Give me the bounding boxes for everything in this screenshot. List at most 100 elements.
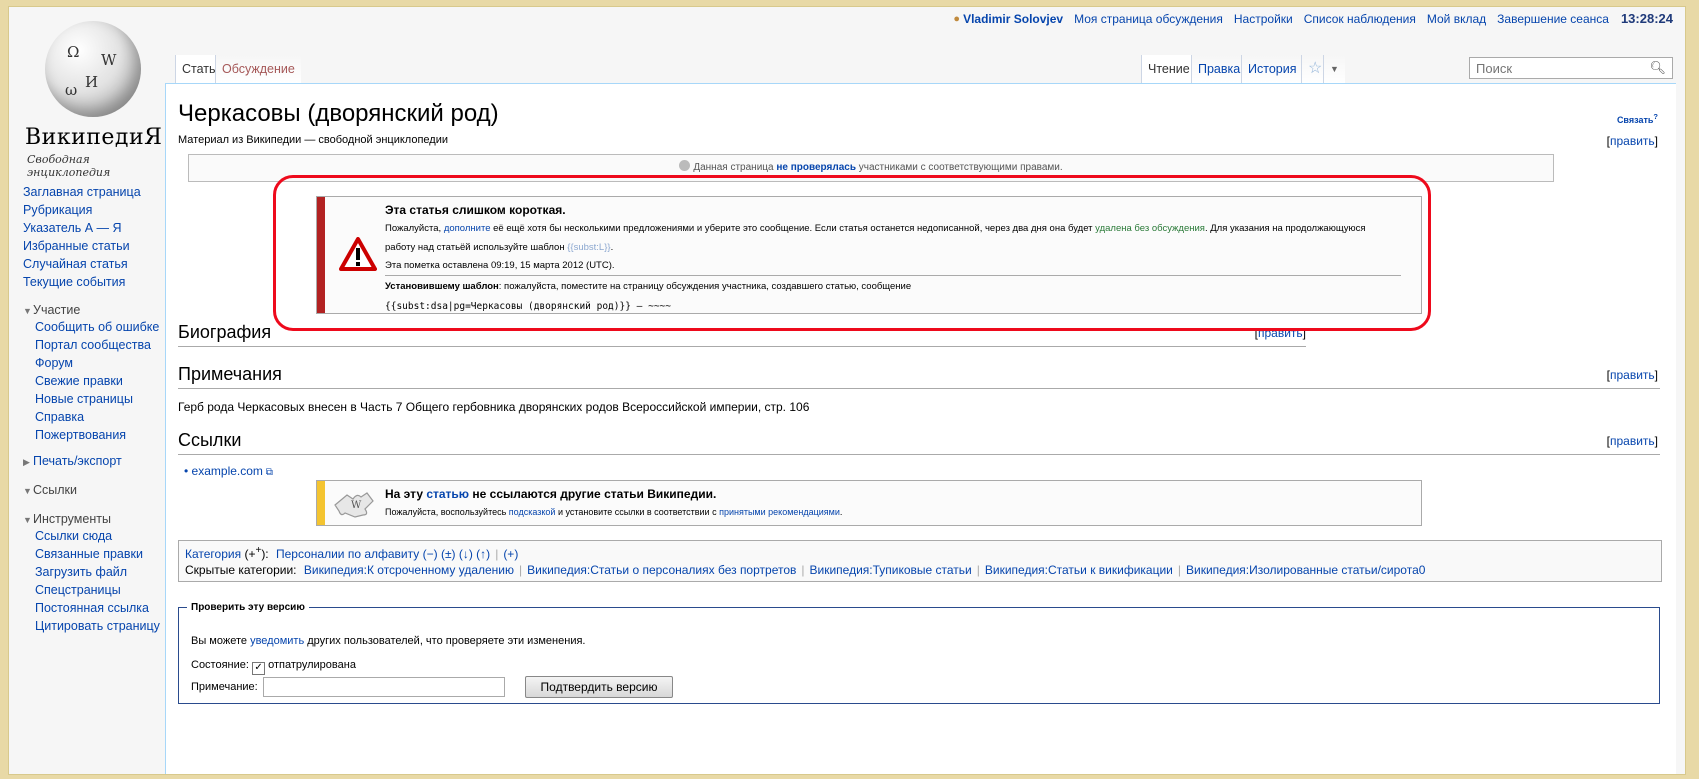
section-heading-links: Ссылки [178, 430, 242, 450]
interlanguage-link: Связать? [1616, 112, 1658, 125]
sidebar-item-cite[interactable]: Цитировать страницу [35, 619, 173, 633]
short-article-date: Эта пометка оставлена 09:19, 15 марта 20… [385, 260, 615, 271]
sidebar-item-random[interactable]: Случайная статья [23, 255, 173, 273]
notes-text: Герб рода Черкасовых внесен в Часть 7 Об… [178, 400, 810, 414]
speedy-delete-link[interactable]: удалена без обсуждения [1095, 223, 1205, 234]
sidebar-item-current-events[interactable]: Текущие события [23, 273, 173, 291]
sidebar-section-tools[interactable]: ▼Инструменты [23, 510, 173, 529]
sidebar-item-categories[interactable]: Рубрикация [23, 201, 173, 219]
external-link-icon: ⧉ [262, 467, 273, 478]
sidebar-item-recent-changes[interactable]: Свежие правки [35, 374, 173, 388]
sidebar: Заглавная страница Рубрикация Указатель … [23, 183, 173, 637]
browser-page: ● Vladimir Solovjev Моя страница обсужде… [8, 6, 1686, 775]
review-comment-label: Примечание: [191, 681, 258, 693]
review-comment-input[interactable] [263, 677, 505, 697]
sidebar-item-featured[interactable]: Избранные статьи [23, 237, 173, 255]
watchlist-link[interactable]: Список наблюдения [1304, 12, 1416, 26]
sidebar-item-related-changes[interactable]: Связанные правки [35, 547, 173, 561]
logo-tagline: Свободная энциклопедия [27, 153, 111, 179]
edit-section-link: [править] [1606, 434, 1658, 448]
sidebar-section-links[interactable]: ▼Ссылки [23, 481, 173, 500]
sidebar-item-upload[interactable]: Загрузить файл [35, 565, 173, 579]
review-form-legend: Проверить эту версию [191, 602, 305, 613]
search-box: 🔍︎ [1469, 57, 1673, 79]
my-talk-link[interactable]: Моя страница обсуждения [1074, 12, 1223, 26]
wiki-logo[interactable]: Ω W И ω ВикипедиЯ Свободная энциклопедия [23, 21, 173, 179]
page-tabs: Статья Обсуждение Чтение Правка История … [175, 53, 1685, 83]
search-input[interactable] [1474, 60, 1648, 77]
short-article-title: Эта статья слишком короткая. [385, 203, 566, 217]
add-category-link[interactable]: (+) [503, 547, 518, 561]
short-article-line1: Пожалуйста, дополните её ещё хотя бы нес… [385, 223, 1366, 234]
expand-link[interactable]: дополните [444, 223, 491, 234]
sidebar-item-community-portal[interactable]: Портал сообщества [35, 338, 173, 352]
clock: 13:28:24 [1620, 11, 1673, 26]
category-item[interactable]: Персоналии по алфавиту [276, 547, 419, 561]
personal-tools: ● Vladimir Solovjev Моя страница обсужде… [953, 11, 1673, 26]
sidebar-section-participation[interactable]: ▼Участие [23, 301, 173, 320]
short-article-notice: Эта статья слишком короткая. Пожалуйста,… [316, 196, 1422, 314]
triangle-down-icon: ▼ [23, 306, 32, 316]
preferences-link[interactable]: Настройки [1234, 12, 1293, 26]
tab-read[interactable]: Чтение [1141, 55, 1196, 83]
short-article-code: {{subst:dsa|pg=Черкасовы (дворянский род… [385, 301, 671, 312]
category-nav-links[interactable]: (−) (±) (↓) (↑) [423, 547, 491, 561]
sidebar-item-forum[interactable]: Форум [35, 356, 173, 370]
external-link[interactable]: example.com [192, 464, 263, 478]
logo-wordmark: ВикипедиЯ [25, 125, 163, 150]
contributions-link[interactable]: Мой вклад [1427, 12, 1486, 26]
review-status-icon [679, 160, 691, 171]
tab-history[interactable]: История [1241, 55, 1303, 83]
short-article-line2: работу над статьёй используйте шаблон {{… [385, 242, 614, 253]
sidebar-item-report-error[interactable]: Сообщить об ошибке [35, 320, 173, 334]
user-link[interactable]: Vladimir Solovjev [963, 12, 1063, 26]
section-heading-notes: Примечания [178, 364, 282, 384]
review-state-row: Состояние: ✓ отпатрулирована [191, 659, 356, 675]
orphan-title: На эту статью не ссылаются другие статьи… [385, 487, 717, 501]
hint-link[interactable]: подсказкой [509, 507, 556, 517]
edit-section-link: [править] [1606, 134, 1658, 148]
sidebar-item-what-links-here[interactable]: Ссылки сюда [35, 529, 173, 543]
hidden-category-item[interactable]: Википедия:К отсроченному удалению [304, 563, 514, 577]
puzzle-icon: W [334, 492, 374, 518]
hidden-category-item[interactable]: Википедия:Статьи о персоналиях без портр… [527, 563, 796, 577]
svg-text:W: W [351, 500, 362, 511]
sidebar-item-index[interactable]: Указатель А — Я [23, 219, 173, 237]
short-article-line4: Установившему шаблон: пожалуйста, помест… [385, 281, 912, 292]
search-icon[interactable]: 🔍︎ [1649, 60, 1666, 76]
category-label-link[interactable]: Категория [185, 547, 241, 561]
guidelines-link[interactable]: принятыми рекомендациями [719, 507, 840, 517]
confirm-version-button[interactable]: Подтвердить версию [525, 676, 673, 698]
review-status-banner: Данная страница не проверялась участника… [188, 154, 1554, 182]
notify-link[interactable]: уведомить [250, 635, 304, 647]
review-form-text: Вы можете уведомить других пользователей… [191, 635, 586, 647]
sidebar-item-special-pages[interactable]: Спецстраницы [35, 583, 173, 597]
page-title: Черкасовы (дворянский род) [178, 100, 499, 127]
more-actions-chevron-down-icon[interactable]: ▼ [1323, 55, 1345, 83]
logout-link[interactable]: Завершение сеанса [1497, 12, 1609, 26]
sidebar-item-permalink[interactable]: Постоянная ссылка [35, 601, 173, 615]
triangle-down-icon: ▼ [23, 486, 32, 496]
sidebar-item-donate[interactable]: Пожертвования [35, 428, 173, 442]
sidebar-item-new-pages[interactable]: Новые страницы [35, 392, 173, 406]
warning-icon [339, 237, 377, 271]
triangle-down-icon: ▼ [23, 515, 32, 525]
sidebar-item-main-page[interactable]: Заглавная страница [23, 183, 173, 201]
sidebar-section-print[interactable]: ▶ Печать/экспорт [23, 452, 173, 471]
tab-talk[interactable]: Обсуждение [215, 55, 301, 83]
page-subtitle: Материал из Википедии — свободной энцикл… [178, 134, 448, 146]
sidebar-item-help[interactable]: Справка [35, 410, 173, 424]
user-icon: ● [953, 12, 961, 25]
orphan-line: Пожалуйста, воспользуйтесь подсказкой и … [385, 507, 843, 517]
category-links: Категория (++): Персоналии по алфавиту (… [178, 540, 1662, 582]
hidden-category-item[interactable]: Википедия:Тупиковые статьи [810, 563, 972, 577]
patrolled-checkbox[interactable]: ✓ [252, 662, 266, 675]
hidden-category-item[interactable]: Википедия:Статьи к викификации [985, 563, 1173, 577]
external-link-item: • example.com ⧉ [184, 464, 273, 478]
template-link[interactable]: {{subst:L}} [567, 242, 610, 253]
article-link[interactable]: статью [426, 487, 469, 501]
review-status-link[interactable]: не проверялась [776, 162, 856, 173]
hidden-category-item[interactable]: Википедия:Изолированные статьи/сирота0 [1186, 563, 1425, 577]
section-heading-biography: Биография [178, 322, 272, 342]
tab-edit[interactable]: Правка [1191, 55, 1247, 83]
